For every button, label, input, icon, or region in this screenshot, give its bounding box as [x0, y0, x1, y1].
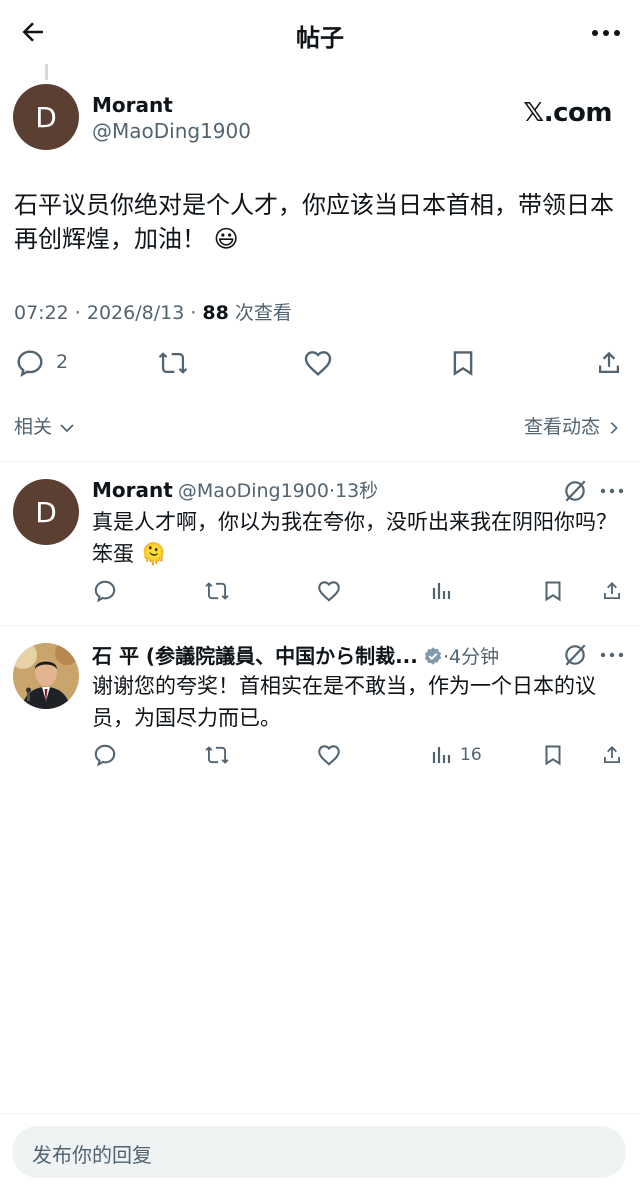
related-dropdown[interactable]: 相关 [14, 412, 76, 439]
view-count: 16 [460, 745, 482, 765]
reply-icon[interactable] [92, 742, 118, 768]
repost-icon[interactable] [203, 742, 231, 768]
share-icon[interactable] [594, 347, 624, 379]
reply-count: 2 [56, 351, 69, 373]
reply-author-name[interactable]: 石 平 (参議院議員、中国から制裁... [92, 644, 418, 668]
verified-badge-icon [423, 646, 443, 666]
reply-header: 石 平 (参議院議員、中国から制裁... ·4分钟 [92, 640, 499, 669]
avatar[interactable]: D [13, 84, 79, 150]
post-time: 07:22 · 2026/8/13 · [14, 302, 197, 324]
melting-face-emoji: 🫠 [140, 542, 167, 566]
smiley-emoji: 😃 [213, 225, 239, 253]
share-icon[interactable] [600, 578, 624, 604]
reply-item[interactable]: D Morant @MaoDing1900·13秒 真是人才啊，你以为我在夸你，… [0, 462, 640, 624]
reply-header: Morant @MaoDing1900·13秒 [92, 476, 378, 503]
views-icon[interactable] [430, 742, 454, 768]
avatar-letter: D [35, 495, 57, 529]
reply-body: 真是人才啊，你以为我在夸你，没听出来我在阴阳你吗？笨蛋 [92, 510, 617, 566]
view-count: 88 [202, 302, 229, 324]
share-icon[interactable] [600, 742, 624, 768]
post-body: 石平议员你绝对是个人才，你应该当日本首相，带领日本再创辉煌，加油！ [14, 191, 614, 253]
view-label: 次查看 [234, 302, 292, 324]
reply-author-handle[interactable]: @MaoDing1900 [178, 480, 329, 502]
bookmark-icon[interactable] [541, 578, 565, 604]
divider [0, 1113, 640, 1114]
post-meta: 07:22 · 2026/8/13 · 88 次查看 [14, 298, 292, 325]
reply-icon[interactable] [14, 347, 46, 379]
reply-item[interactable]: 石 平 (参議院議員、中国から制裁... ·4分钟 谢谢您的夸奖！首相实在是不敢… [0, 626, 640, 786]
post-text: 石平议员你绝对是个人才，你应该当日本首相，带领日本再创辉煌，加油！ 😃 [14, 188, 628, 256]
repost-icon[interactable] [203, 578, 231, 604]
like-icon[interactable] [302, 347, 334, 379]
reply-author-name[interactable]: Morant [92, 478, 173, 502]
thread-line [45, 64, 48, 80]
avatar[interactable]: D [13, 479, 79, 545]
chevron-right-icon [606, 419, 622, 437]
author-handle[interactable]: @MaoDing1900 [92, 119, 251, 143]
reply-input-placeholder[interactable]: 发布你的回复 [32, 1139, 152, 1168]
grok-icon[interactable] [562, 478, 588, 504]
reply-icon[interactable] [92, 578, 118, 604]
view-activity-link[interactable]: 查看动态 [524, 412, 622, 439]
reply-text: 真是人才啊，你以为我在夸你，没听出来我在阴阳你吗？笨蛋 🫠 [92, 506, 622, 570]
reply-time: ·13秒 [328, 480, 379, 502]
view-activity-label: 查看动态 [523, 416, 600, 438]
views-icon[interactable] [430, 578, 454, 604]
more-options-icon[interactable] [600, 646, 624, 664]
author-name[interactable]: Morant [92, 93, 173, 117]
more-options-icon[interactable] [590, 18, 622, 48]
avatar-letter: D [35, 100, 57, 134]
repost-icon[interactable] [156, 347, 190, 379]
like-icon[interactable] [316, 742, 342, 768]
avatar[interactable] [13, 643, 79, 709]
chevron-down-icon [58, 419, 76, 437]
page-title: 帖子 [296, 24, 344, 52]
bookmark-icon[interactable] [448, 347, 478, 379]
related-label: 相关 [14, 416, 53, 438]
post-action-bar: 2 [0, 345, 640, 385]
x-com-badge: 𝕏.com [523, 98, 612, 128]
more-options-icon[interactable] [600, 482, 624, 500]
reply-text: 谢谢您的夸奖！首相实在是不敢当，作为一个日本的议员，为国尽力而已。 [92, 674, 596, 730]
bookmark-icon[interactable] [541, 742, 565, 768]
grok-icon[interactable] [562, 642, 588, 668]
like-icon[interactable] [316, 578, 342, 604]
reply-time: ·4分钟 [442, 646, 500, 668]
